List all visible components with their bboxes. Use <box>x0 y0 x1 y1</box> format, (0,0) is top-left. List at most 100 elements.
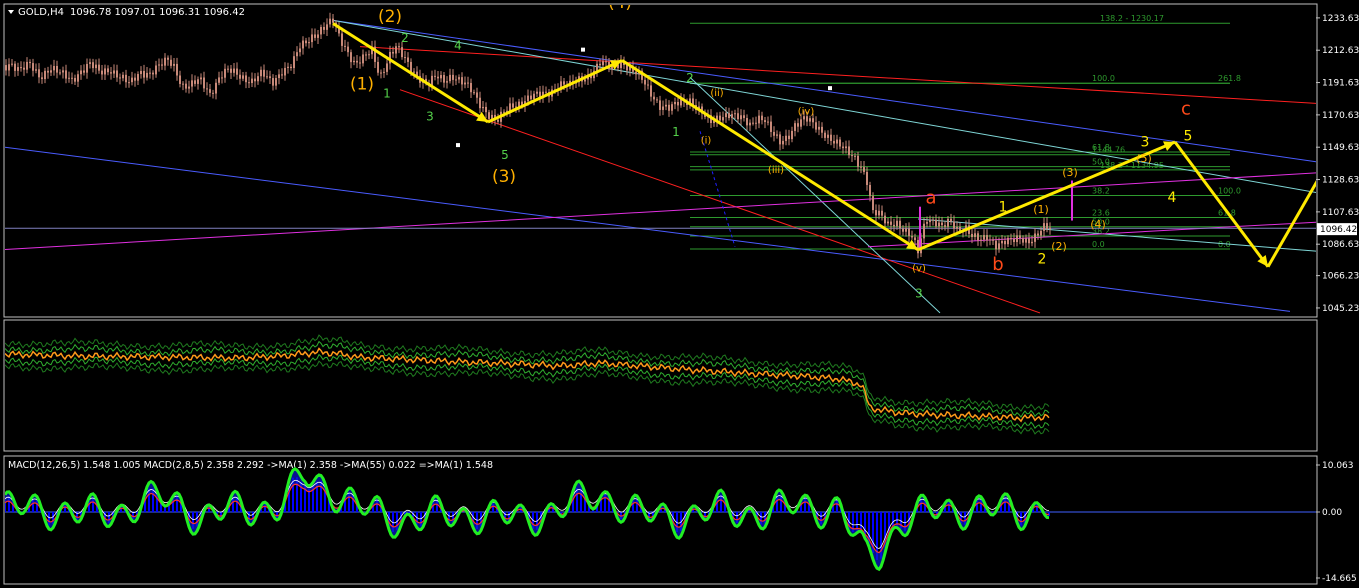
wave-label: (5) <box>1136 152 1152 165</box>
price-tick-label: 1086.63 <box>1322 240 1359 250</box>
chart-canvas: GOLD,H4 1096.78 1097.01 1096.31 1096.42 … <box>0 0 1359 588</box>
candle-body <box>182 83 184 85</box>
candle-body <box>605 61 607 63</box>
candle-body <box>53 65 55 71</box>
macd-tick-label: 10.063 <box>1322 461 1354 471</box>
wave-label: (3) <box>1062 166 1078 179</box>
candle-body <box>863 167 865 172</box>
candle-body <box>131 77 133 83</box>
candle-body <box>1037 233 1039 236</box>
candle-body <box>875 210 877 216</box>
wave-label: 5 <box>501 148 509 162</box>
candle-body <box>899 220 901 229</box>
candle-body <box>1007 237 1009 245</box>
fib-level-label: 0.0 <box>1092 240 1105 249</box>
candle-body <box>1034 233 1036 242</box>
candle-body <box>674 101 676 105</box>
candle-body <box>545 91 547 93</box>
candle-body <box>860 166 862 168</box>
wave-label: b <box>992 254 1003 275</box>
candle-body <box>449 74 451 82</box>
wave-label: 3 <box>1141 135 1150 151</box>
price-tick-label: 1233.63 <box>1322 14 1359 24</box>
candle-body <box>152 72 154 75</box>
candle-body <box>56 65 58 73</box>
candle-body <box>737 113 739 120</box>
wave-label: (i) <box>701 136 712 147</box>
candle-body <box>227 68 229 70</box>
candle-body <box>44 70 46 80</box>
candle-body <box>977 233 979 241</box>
candle-body <box>455 79 457 81</box>
candle-body <box>86 63 88 73</box>
wave-label: (2) <box>1051 240 1067 253</box>
candle-body <box>11 63 13 65</box>
candle-body <box>773 131 775 136</box>
candle-body <box>35 69 37 71</box>
candle-body <box>584 79 586 82</box>
candle-body <box>68 77 70 79</box>
fib-level-label: 1144.76 <box>1092 146 1125 155</box>
candle-body <box>857 155 859 167</box>
candle-body <box>866 171 868 185</box>
candle-body <box>1049 227 1051 230</box>
candle-body <box>782 140 784 145</box>
wave-label: (iv) <box>798 106 815 117</box>
candle-body <box>101 70 103 75</box>
candle-body <box>239 74 241 79</box>
macd-tick-label: -14.665 <box>1322 574 1357 584</box>
candle-body <box>179 75 181 84</box>
candle-body <box>752 122 754 124</box>
candle-body <box>431 75 433 86</box>
candle-body <box>17 67 19 71</box>
candle-body <box>764 120 766 122</box>
candle-body <box>983 235 985 240</box>
wave-label: 1 <box>672 125 680 139</box>
candle-body <box>260 69 262 77</box>
wave-label: (4) <box>1090 218 1106 231</box>
candle-body <box>830 134 832 141</box>
candle-body <box>650 85 652 97</box>
candle-body <box>989 239 991 241</box>
candle-body <box>824 132 826 138</box>
candle-body <box>758 115 760 124</box>
candle-body <box>281 74 283 76</box>
candle-body <box>350 52 352 63</box>
candle-body <box>929 219 931 223</box>
candle-body <box>458 77 460 80</box>
candle-body <box>1043 223 1045 231</box>
candle-body <box>476 92 478 98</box>
fib-level-label: 100.0 <box>1218 186 1241 195</box>
candle-body <box>230 68 232 73</box>
candle-body <box>80 70 82 75</box>
candle-body <box>59 72 61 74</box>
candle-body <box>173 63 175 66</box>
candle-body <box>110 72 112 74</box>
candle-body <box>890 221 892 225</box>
candle-body <box>887 221 889 224</box>
fib-level-label: 38.2 <box>1092 186 1110 195</box>
candle-body <box>314 34 316 38</box>
candle-body <box>563 81 565 85</box>
candle-body <box>197 79 199 84</box>
candle-body <box>188 86 190 89</box>
candle-body <box>434 75 436 77</box>
candle-body <box>740 115 742 120</box>
price-tick-label: 1191.63 <box>1322 79 1359 89</box>
fib-level-label: 261.8 <box>1218 74 1241 83</box>
candle-body <box>461 77 463 85</box>
candle-body <box>83 70 85 73</box>
candle-body <box>194 80 196 84</box>
candle-body <box>122 74 124 79</box>
ohlc-values: 1096.78 1097.01 1096.31 1096.42 <box>70 7 245 18</box>
candle-body <box>800 119 802 127</box>
candle-body <box>89 62 91 64</box>
candle-body <box>395 46 397 54</box>
candle-body <box>662 106 664 110</box>
candle-body <box>368 54 370 56</box>
candle-body <box>872 196 874 211</box>
wave-label: (v) <box>912 263 926 274</box>
price-tick-label: 1128.63 <box>1322 176 1359 186</box>
candle-body <box>911 236 913 238</box>
candle-body <box>902 228 904 232</box>
